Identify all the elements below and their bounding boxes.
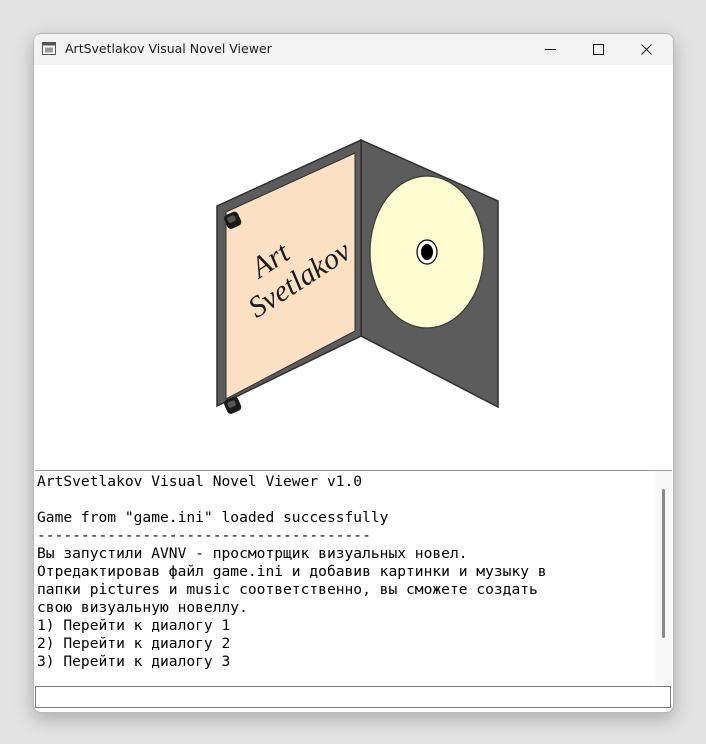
picture-area: Art Svetlakov <box>34 65 673 467</box>
app-window: ArtSvetlakov Visual Novel Viewer Art Sve… <box>33 33 674 713</box>
title-bar[interactable]: ArtSvetlakov Visual Novel Viewer <box>34 34 673 65</box>
minimize-button[interactable] <box>527 34 575 65</box>
console-line: Game from "game.ini" loaded successfully <box>37 509 389 526</box>
console-line: свою визуальную новеллу. <box>37 599 248 616</box>
window-title: ArtSvetlakov Visual Novel Viewer <box>65 41 272 56</box>
output-console[interactable]: ArtSvetlakov Visual Novel Viewer v1.0 Ga… <box>35 470 672 685</box>
minimize-icon <box>545 49 556 50</box>
maximize-icon <box>593 44 604 55</box>
console-line: Отредактировав файл game.ini и добавив к… <box>37 563 547 580</box>
app-window-icon <box>42 42 56 55</box>
console-output-text: ArtSvetlakov Visual Novel Viewer v1.0 Ga… <box>37 473 652 681</box>
console-line: 2) Перейти к диалогу 2 <box>37 635 231 652</box>
command-input[interactable] <box>35 686 671 708</box>
console-line: Вы запустили AVNV - просмотрщик визуальн… <box>37 545 468 562</box>
close-button[interactable] <box>623 34 671 65</box>
disc-hole <box>421 244 433 260</box>
maximize-button[interactable] <box>575 34 623 65</box>
console-line: 3) Перейти к диалогу 3 <box>37 653 231 670</box>
console-line: ArtSvetlakov Visual Novel Viewer v1.0 <box>37 473 363 490</box>
close-icon <box>641 44 652 55</box>
console-scrollbar[interactable] <box>655 471 672 685</box>
dvd-case-illustration: Art Svetlakov <box>216 138 499 414</box>
console-scrollbar-thumb[interactable] <box>662 489 665 638</box>
console-line: 1) Перейти к диалогу 1 <box>37 617 231 634</box>
console-line: папки pictures и music соответственно, в… <box>37 581 538 598</box>
console-line: -------------------------------------- <box>37 527 371 544</box>
